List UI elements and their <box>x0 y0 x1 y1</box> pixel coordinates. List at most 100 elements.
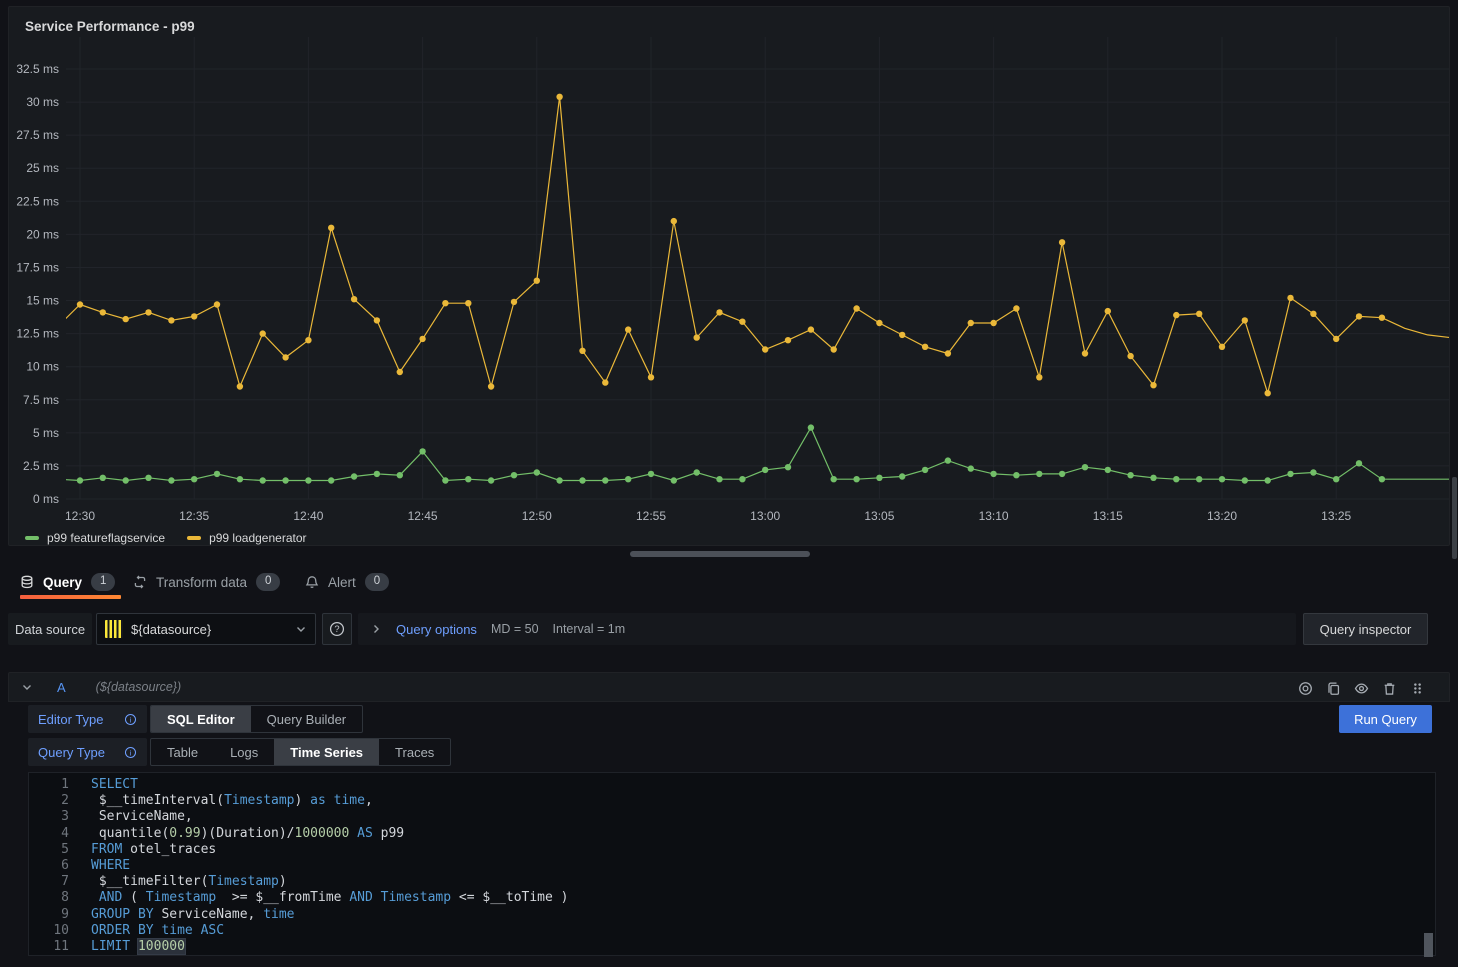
data-point[interactable] <box>922 344 928 350</box>
data-point[interactable] <box>602 477 608 483</box>
collapse-chevron-icon[interactable] <box>21 681 33 693</box>
data-point[interactable] <box>1310 311 1316 317</box>
data-point[interactable] <box>145 475 151 481</box>
data-point[interactable] <box>990 320 996 326</box>
data-point[interactable] <box>123 316 129 322</box>
data-point[interactable] <box>442 477 448 483</box>
sql-line[interactable]: 8 AND ( Timestamp >= $__fromTime AND Tim… <box>29 890 1435 906</box>
data-point[interactable] <box>1219 476 1225 482</box>
sql-line[interactable]: 7 $__timeFilter(Timestamp) <box>29 874 1435 890</box>
tab-alert[interactable]: Alert 0 <box>305 568 389 596</box>
data-point[interactable] <box>1082 464 1088 470</box>
data-point[interactable] <box>488 383 494 389</box>
data-point[interactable] <box>922 467 928 473</box>
data-point[interactable] <box>1287 471 1293 477</box>
data-point[interactable] <box>899 473 905 479</box>
legend-item-featureflagservice[interactable]: p99 featureflagservice <box>25 531 165 545</box>
data-point[interactable] <box>968 465 974 471</box>
query-options-toggle[interactable]: Query options <box>396 622 477 637</box>
datasource-picker[interactable]: ${datasource} <box>96 613 316 645</box>
data-point[interactable] <box>1379 315 1385 321</box>
data-point[interactable] <box>260 477 266 483</box>
segment-query-builder[interactable]: Query Builder <box>251 706 362 732</box>
data-point[interactable] <box>648 374 654 380</box>
data-point[interactable] <box>168 317 174 323</box>
data-point[interactable] <box>648 471 654 477</box>
data-point[interactable] <box>123 477 129 483</box>
data-point[interactable] <box>625 476 631 482</box>
data-point[interactable] <box>831 476 837 482</box>
data-point[interactable] <box>1265 477 1271 483</box>
data-point[interactable] <box>419 336 425 342</box>
data-point[interactable] <box>77 477 83 483</box>
data-point[interactable] <box>1356 460 1362 466</box>
data-point[interactable] <box>1036 471 1042 477</box>
query-row-header[interactable]: A (${datasource}) <box>8 672 1450 702</box>
data-point[interactable] <box>305 477 311 483</box>
tab-transform-data[interactable]: Transform data 0 <box>133 568 280 596</box>
segment-time-series[interactable]: Time Series <box>274 739 379 765</box>
data-point[interactable] <box>739 476 745 482</box>
data-point[interactable] <box>1013 472 1019 478</box>
info-circle-icon[interactable]: i <box>124 746 137 759</box>
horizontal-scrollbar[interactable] <box>630 551 810 557</box>
data-point[interactable] <box>328 225 334 231</box>
data-point[interactable] <box>968 320 974 326</box>
sql-line[interactable]: 5FROM otel_traces <box>29 842 1435 858</box>
data-point[interactable] <box>785 337 791 343</box>
hide-response-eye-icon[interactable] <box>1354 681 1369 696</box>
data-point[interactable] <box>716 476 722 482</box>
data-point[interactable] <box>1287 295 1293 301</box>
data-point[interactable] <box>374 471 380 477</box>
data-point[interactable] <box>282 354 288 360</box>
data-point[interactable] <box>579 477 585 483</box>
data-point[interactable] <box>602 379 608 385</box>
data-point[interactable] <box>739 319 745 325</box>
data-point[interactable] <box>100 475 106 481</box>
legend-item-loadgenerator[interactable]: p99 loadgenerator <box>187 531 306 545</box>
page-scrollbar[interactable] <box>1452 477 1457 559</box>
segment-sql-editor[interactable]: SQL Editor <box>151 706 251 732</box>
data-point[interactable] <box>1013 305 1019 311</box>
query-inspector-button[interactable]: Query inspector <box>1303 613 1428 645</box>
sql-line[interactable]: 6WHERE <box>29 858 1435 874</box>
data-point[interactable] <box>671 218 677 224</box>
data-point[interactable] <box>556 94 562 100</box>
sql-line[interactable]: 3 ServiceName, <box>29 809 1435 825</box>
data-point[interactable] <box>442 300 448 306</box>
datasource-help-button[interactable]: ? <box>322 613 352 645</box>
data-point[interactable] <box>397 472 403 478</box>
data-point[interactable] <box>1082 350 1088 356</box>
data-point[interactable] <box>419 448 425 454</box>
segment-traces[interactable]: Traces <box>379 739 450 765</box>
data-point[interactable] <box>694 469 700 475</box>
data-point[interactable] <box>237 476 243 482</box>
data-point[interactable] <box>1173 476 1179 482</box>
data-point[interactable] <box>1173 312 1179 318</box>
segment-logs[interactable]: Logs <box>214 739 274 765</box>
data-point[interactable] <box>762 467 768 473</box>
segment-table[interactable]: Table <box>151 739 214 765</box>
query-options-row[interactable]: Query options MD = 50 Interval = 1m <box>358 613 1296 645</box>
data-point[interactable] <box>671 477 677 483</box>
data-point[interactable] <box>762 346 768 352</box>
data-point[interactable] <box>1265 390 1271 396</box>
data-point[interactable] <box>465 300 471 306</box>
data-point[interactable] <box>1127 472 1133 478</box>
data-point[interactable] <box>465 476 471 482</box>
data-point[interactable] <box>579 348 585 354</box>
sql-line[interactable]: 10ORDER BY time ASC <box>29 923 1435 939</box>
run-query-button[interactable]: Run Query <box>1339 705 1432 733</box>
data-point[interactable] <box>808 326 814 332</box>
sql-editor[interactable]: 1SELECT2 $__timeInterval(Timestamp) as t… <box>28 772 1436 956</box>
sql-line[interactable]: 2 $__timeInterval(Timestamp) as time, <box>29 793 1435 809</box>
sql-editor-scrollbar[interactable] <box>1424 933 1433 957</box>
data-point[interactable] <box>260 330 266 336</box>
data-point[interactable] <box>808 424 814 430</box>
chart-svg[interactable]: 0 ms2.5 ms5 ms7.5 ms10 ms12.5 ms15 ms17.… <box>9 7 1449 545</box>
data-point[interactable] <box>1127 353 1133 359</box>
data-point[interactable] <box>785 464 791 470</box>
data-point[interactable] <box>1242 477 1248 483</box>
data-point[interactable] <box>351 473 357 479</box>
data-point[interactable] <box>853 305 859 311</box>
